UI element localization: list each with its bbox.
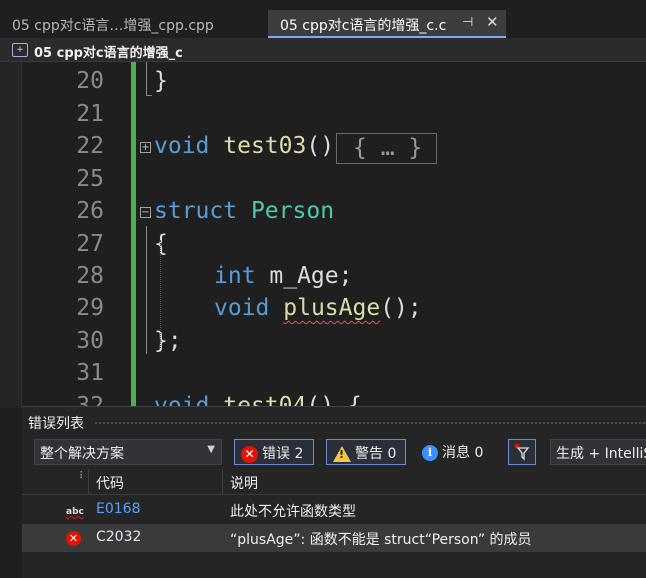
error-icon: ✕ [66,530,81,546]
tab-c-file[interactable]: 05 cpp对c语言的增强_c.c ⊣ ✕ [268,10,506,38]
error-list-row[interactable]: ✕ C2032 “plusAge”: 函数不能是 struct“Person” … [22,524,646,552]
tab-label: 05 cpp对c语言…增强_cpp.cpp [12,18,214,34]
member-decl: m_Age; [255,263,353,289]
errors-label: 错误 2 [262,446,304,462]
code-editor[interactable]: 20 } 21 22 + void test03(){ … } 25 26 − … [0,62,646,408]
spell-squiggle-icon: abc [66,507,84,517]
error-grid-header: ⠇ 代码 说明 [22,469,646,495]
line-number: 31 [76,360,104,386]
column-divider[interactable] [222,469,223,495]
code-punct: (); [380,295,422,321]
filter-funnel-icon [514,443,530,461]
code-line: 26 − struct Person [0,196,646,228]
line-number: 26 [76,198,104,224]
scope-bracket [146,226,152,354]
keyword: void [154,133,210,159]
error-icon: ✕ [241,445,258,463]
collapse-icon[interactable]: − [140,207,151,218]
keyword: void [214,295,270,321]
code-text: int m_Age; [214,263,352,289]
warnings-filter-button[interactable]: ! 警告 0 [326,439,406,465]
error-list-row[interactable]: abc E0168 此处不允许函数类型 [22,496,646,524]
line-number: 27 [76,231,104,257]
code-text: struct Person [154,198,334,224]
tab-label: 05 cpp对c语言的增强_c.c [280,18,447,34]
line-number: 29 [76,295,104,321]
code-line: 30 }; [0,326,646,358]
file-header-bar: + 05 cpp对c语言的增强_c [0,38,646,62]
code-punct: () [306,133,335,159]
error-description: 此处不允许函数类型 [230,504,356,520]
chevron-down-icon: ▼ [207,444,215,455]
code-line: 31 [0,358,646,390]
code-line: 21 [0,99,646,131]
c-project-icon: + [12,43,28,57]
code-line: 29 void plusAge(); [0,293,646,325]
info-icon: i [422,445,438,461]
code-line: 27 { [0,229,646,261]
indent-guide [160,240,161,348]
messages-label: 消息 0 [442,445,484,461]
column-divider[interactable] [88,469,89,495]
line-number: 25 [76,166,104,192]
code-text: void test03(){ … } [154,133,438,164]
errors-filter-button[interactable]: ✕ 错误 2 [234,439,314,465]
scope-value: 整个解决方案 [40,446,124,462]
project-label[interactable]: 05 cpp对c语言的增强_c [34,42,183,61]
error-code-link[interactable]: E0168 [96,501,140,517]
keyword: struct [154,198,238,224]
code-text: }; [154,328,182,354]
column-header-description[interactable]: 说明 [230,473,258,493]
code-text: void plusAge(); [214,295,422,321]
type-name: Person [250,198,335,224]
code-line: 28 int m_Age; [0,261,646,293]
code-line: 22 + void test03(){ … } [0,131,646,164]
line-number: 30 [76,328,104,354]
line-number: 21 [76,101,104,127]
build-source-dropdown[interactable]: 生成 + IntelliSense [550,439,646,465]
warnings-label: 警告 0 [355,446,397,462]
close-icon[interactable]: ✕ [486,13,499,31]
line-number: 28 [76,263,104,289]
expand-icon[interactable]: + [140,142,151,153]
error-description: “plusAge”: 函数不能是 struct“Person” 的成员 [230,532,532,548]
column-header-code[interactable]: 代码 [96,473,124,493]
code-text: } [154,68,168,94]
panel-title[interactable]: 错误列表 [28,413,84,433]
error-list-toolbar: 整个解决方案 ▼ ✕错误 2 !警告 0 i消息 0 生成 + IntelliS… [22,437,646,467]
error-code[interactable]: C2032 [96,529,141,545]
scope-dropdown[interactable]: 整个解决方案 ▼ [34,439,222,465]
pin-icon[interactable]: ⊣ [462,15,473,30]
keyword: int [214,263,256,289]
error-list-panel: 错误列表 整个解决方案 ▼ ✕ 错误 2 ! 警告 0 i 消息 0 生成 + Int… [22,406,646,578]
tab-cpp-file[interactable]: 05 cpp对c语言…增强_cpp.cpp [0,10,266,38]
code-line: 25 [0,164,646,196]
brace-match-highlight [146,62,152,96]
document-tab-strip: 05 cpp对c语言…增强_cpp.cpp 05 cpp对c语言的增强_c.c … [0,0,646,38]
error-squiggle-function[interactable]: plusAge [283,295,380,321]
panel-drag-handle[interactable] [94,421,646,425]
messages-filter-button[interactable]: i 消息 0 [416,439,496,465]
code-line: 20 } [0,66,646,98]
function-name: test03 [223,133,307,159]
filter-button[interactable] [508,439,536,465]
column-chooser-icon[interactable]: ⠇ [79,471,86,482]
warning-icon: ! [333,446,351,462]
collapsed-region[interactable]: { … } [336,133,438,164]
line-number: 22 [76,133,104,159]
build-source-value: 生成 + IntelliSense [556,446,646,462]
line-number: 20 [76,68,104,94]
